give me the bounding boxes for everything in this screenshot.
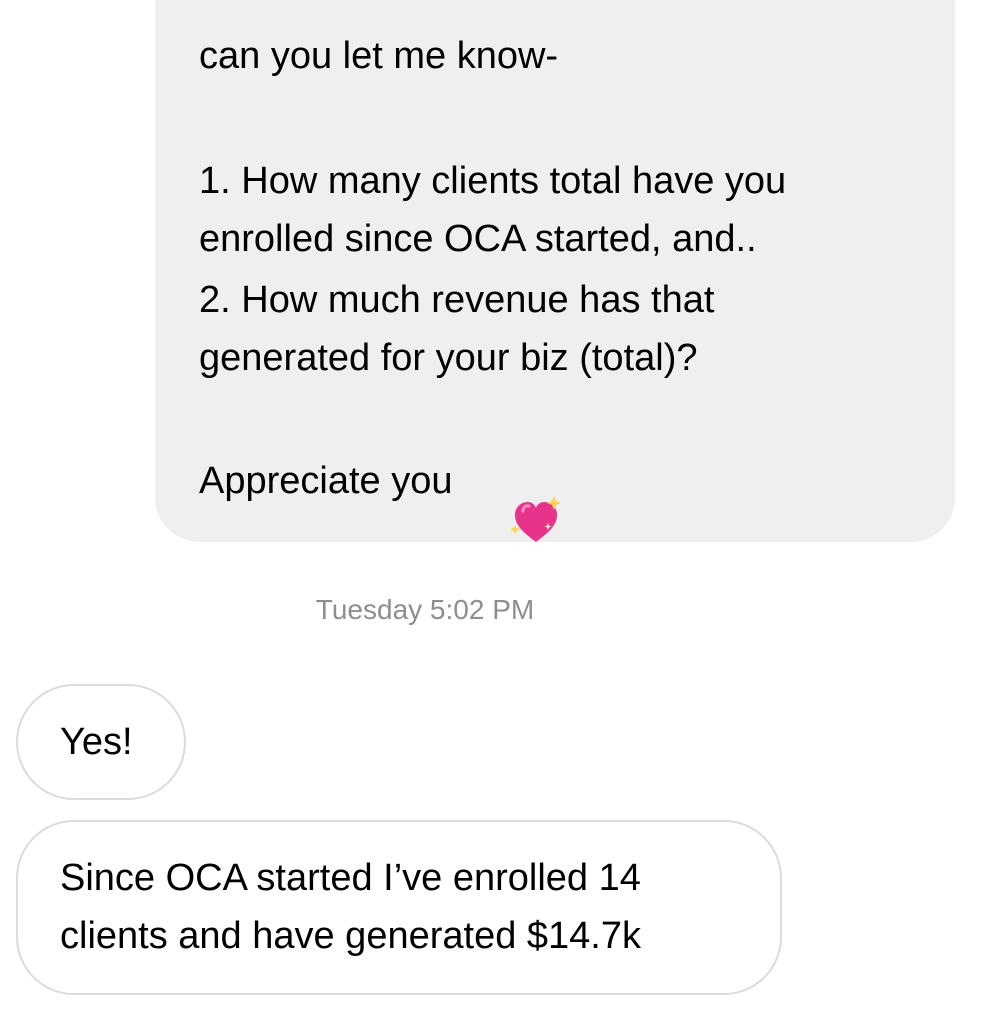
message-line: Yes! <box>60 721 133 763</box>
message-thread: can you let me know- 1. How many clients… <box>0 0 987 1013</box>
message-line: Appreciate you <box>199 460 453 502</box>
message-line: 1. How many clients total have you <box>199 160 787 202</box>
message-timestamp: Tuesday 5:02 PM <box>315 594 535 625</box>
message-line: can you let me know- <box>199 35 559 77</box>
incoming-message-bubble[interactable]: Yes! <box>16 684 186 800</box>
incoming-message-bubble[interactable]: Since OCA started I’ve enrolled 14 clien… <box>16 820 782 995</box>
sparkling-heart-icon <box>510 496 561 542</box>
message-line: Since OCA started I’ve enrolled 14 <box>60 857 641 899</box>
message-line: enrolled since OCA started, and.. <box>199 218 757 260</box>
outgoing-message-bubble[interactable]: can you let me know- 1. How many clients… <box>155 0 955 542</box>
message-line: generated for your biz (total)? <box>199 337 698 379</box>
message-line: 2. How much revenue has that <box>199 279 715 321</box>
message-line: clients and have generated $14.7k <box>60 915 641 957</box>
